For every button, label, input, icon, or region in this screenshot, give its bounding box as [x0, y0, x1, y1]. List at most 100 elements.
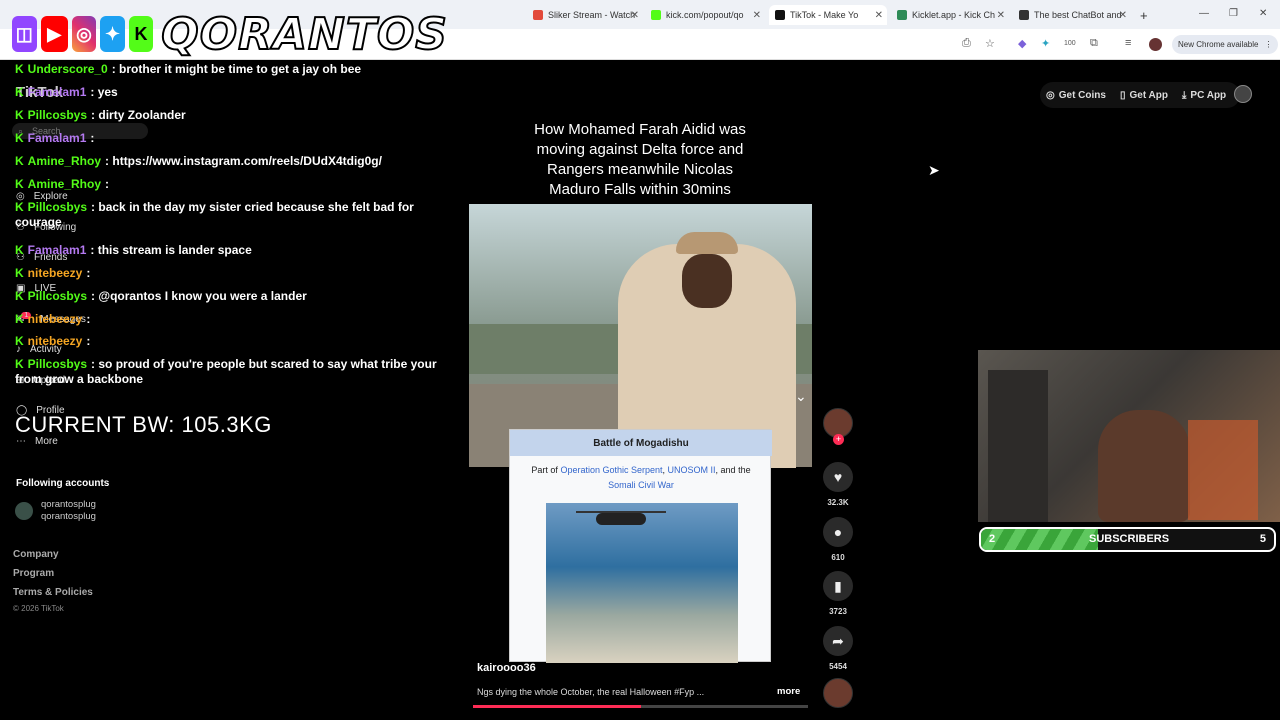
bookmark-icon[interactable]: ▮	[823, 571, 853, 601]
screen: Sliker Stream - Watch ✕ kick.com/popout/…	[0, 0, 1280, 720]
footer-terms[interactable]: Terms & Policies	[13, 587, 93, 598]
tab-tiktok[interactable]: TikTok - Make Yo ✕	[769, 5, 887, 25]
tab-kicklet[interactable]: Kicklet.app - Kick Ch ✕	[891, 5, 1009, 25]
chat-username[interactable]: Pillcosbys	[28, 289, 87, 303]
extension-counter[interactable]: 100	[1064, 40, 1076, 47]
current-bodyweight: CURRENT BW: 105.3KG	[15, 412, 272, 437]
chat-username[interactable]: Amine_Rhoy	[28, 154, 101, 168]
chat-username[interactable]: Pillcosbys	[28, 357, 87, 371]
chat-username[interactable]: Underscore_0	[28, 62, 108, 76]
comment-icon[interactable]: ●	[823, 517, 853, 547]
account-handle: qorantosplug	[41, 511, 96, 522]
chat-message: K Pillcosbys: back in the day my sister c…	[15, 200, 455, 230]
close-tab-icon[interactable]: ✕	[753, 10, 761, 21]
close-window-icon[interactable]: ✕	[1259, 8, 1267, 19]
coins-icon: ◎	[1046, 89, 1055, 101]
share-icon[interactable]: ➦	[823, 626, 853, 656]
tab-title: Sliker Stream - Watch	[548, 10, 636, 20]
install-icon[interactable]: ⎙	[962, 37, 971, 50]
avatar	[15, 502, 33, 520]
extension-icon[interactable]: ✦	[1041, 37, 1050, 50]
like-count: 32.3K	[827, 498, 849, 507]
video-progress-track[interactable]	[473, 705, 808, 708]
footer-program[interactable]: Program	[13, 568, 54, 579]
comment-count: 610	[831, 553, 845, 562]
save-count: 3723	[829, 607, 847, 616]
following-accounts-title: Following accounts	[16, 478, 110, 489]
kick-badge-icon: K	[15, 85, 24, 99]
chat-text: : this stream is lander space	[90, 243, 252, 257]
instagram-icon: ◎	[71, 16, 97, 52]
chat-username[interactable]: Pillcosbys	[28, 200, 87, 214]
get-app-button[interactable]: Get App	[1129, 90, 1168, 101]
kick-badge-icon: K	[15, 357, 24, 371]
subscriber-goal-bar: 2 SUBSCRIBERS 5	[979, 527, 1276, 552]
chat-username[interactable]: nitebeezy	[28, 266, 83, 280]
wiki-link[interactable]: UNOSOM II	[668, 465, 716, 475]
tab-kick[interactable]: kick.com/popout/qo ✕	[645, 5, 765, 25]
footer-copyright: © 2026 TikTok	[13, 604, 64, 613]
chat-username[interactable]: Famalam1	[28, 243, 87, 257]
chat-username[interactable]: Famalam1	[28, 85, 87, 99]
webcam-feed	[978, 350, 1280, 522]
heart-icon[interactable]: ♥	[823, 462, 853, 492]
more-link[interactable]: more	[777, 686, 800, 697]
comment-action[interactable]: ● 610	[822, 517, 854, 562]
close-tab-icon[interactable]: ✕	[997, 10, 1005, 21]
minimize-icon[interactable]: —	[1199, 8, 1209, 19]
tab-sliker[interactable]: Sliker Stream - Watch ✕	[527, 5, 643, 25]
close-tab-icon[interactable]: ✕	[875, 10, 883, 21]
new-tab-button[interactable]: +	[1134, 5, 1154, 25]
download-icon: ⤓	[1182, 89, 1187, 101]
chat-text: :	[105, 177, 110, 191]
kick-badge-icon: K	[15, 289, 24, 303]
tab-chatbot[interactable]: The best ChatBot and ✕	[1013, 5, 1131, 25]
chat-username[interactable]: nitebeezy	[28, 312, 83, 326]
share-count: 5454	[829, 662, 847, 671]
like-action[interactable]: ♥ 32.3K	[822, 462, 854, 507]
wiki-title: Battle of Mogadishu	[510, 430, 772, 456]
following-account[interactable]: qorantosplug qorantosplug	[15, 499, 96, 523]
chat-username[interactable]: Amine_Rhoy	[28, 177, 101, 191]
get-coins-button[interactable]: Get Coins	[1059, 90, 1106, 101]
extension-icon[interactable]: ◆	[1018, 37, 1026, 50]
share-action[interactable]: ➦ 5454	[822, 626, 854, 671]
follow-plus-icon[interactable]: +	[833, 434, 844, 445]
chat-username[interactable]: nitebeezy	[28, 334, 83, 348]
profile-avatar[interactable]	[1149, 38, 1162, 51]
chat-username[interactable]: Pillcosbys	[28, 108, 87, 122]
github-favicon	[1019, 10, 1029, 20]
music-disc-avatar[interactable]	[823, 678, 853, 708]
helicopter-photo	[546, 503, 738, 663]
wiki-link[interactable]: Operation Gothic Serpent	[560, 465, 662, 475]
video-progress-fill	[473, 705, 641, 708]
kick-badge-icon: K	[15, 154, 24, 168]
tab-title: kick.com/popout/qo	[666, 10, 744, 20]
twitter-icon: ✦	[100, 16, 125, 52]
chat-message: K Underscore_0: brother it might be time …	[15, 62, 455, 77]
close-tab-icon[interactable]: ✕	[1119, 10, 1127, 21]
restore-icon[interactable]: ❐	[1229, 8, 1238, 19]
chat-text: :	[90, 131, 95, 145]
stream-brand-overlay: ◫ ▶ ◎ ✦ K QORANTOS	[12, 8, 448, 61]
pc-app-button[interactable]: PC App	[1190, 90, 1226, 101]
video-author[interactable]: kairoooo36	[477, 662, 536, 674]
reading-list-icon[interactable]: ≡	[1125, 37, 1131, 49]
update-chrome-button[interactable]: New Chrome available ⋮	[1172, 35, 1279, 54]
chat-message: K Pillcosbys: so proud of you're people b…	[15, 357, 455, 387]
chat-text: : dirty Zoolander	[91, 108, 186, 122]
save-action[interactable]: ▮ 3723	[822, 571, 854, 616]
user-avatar[interactable]	[1234, 85, 1252, 103]
chevron-down-icon[interactable]: ⌄	[795, 388, 807, 405]
bookmark-star-icon[interactable]: ☆	[985, 37, 995, 50]
wiki-infobox: Battle of Mogadishu Part of Operation Go…	[509, 429, 772, 663]
close-tab-icon[interactable]: ✕	[631, 10, 639, 21]
footer-company[interactable]: Company	[13, 549, 59, 560]
kebab-menu-icon[interactable]: ⋮	[1264, 40, 1272, 49]
wiki-link[interactable]: Somali Civil War	[608, 480, 674, 490]
chat-username[interactable]: Famalam1	[28, 131, 87, 145]
kick-badge-icon: K	[15, 62, 24, 76]
puzzle-icon[interactable]: ⧉	[1090, 37, 1098, 50]
kick-badge-icon: K	[15, 131, 24, 145]
kick-favicon	[651, 10, 661, 20]
